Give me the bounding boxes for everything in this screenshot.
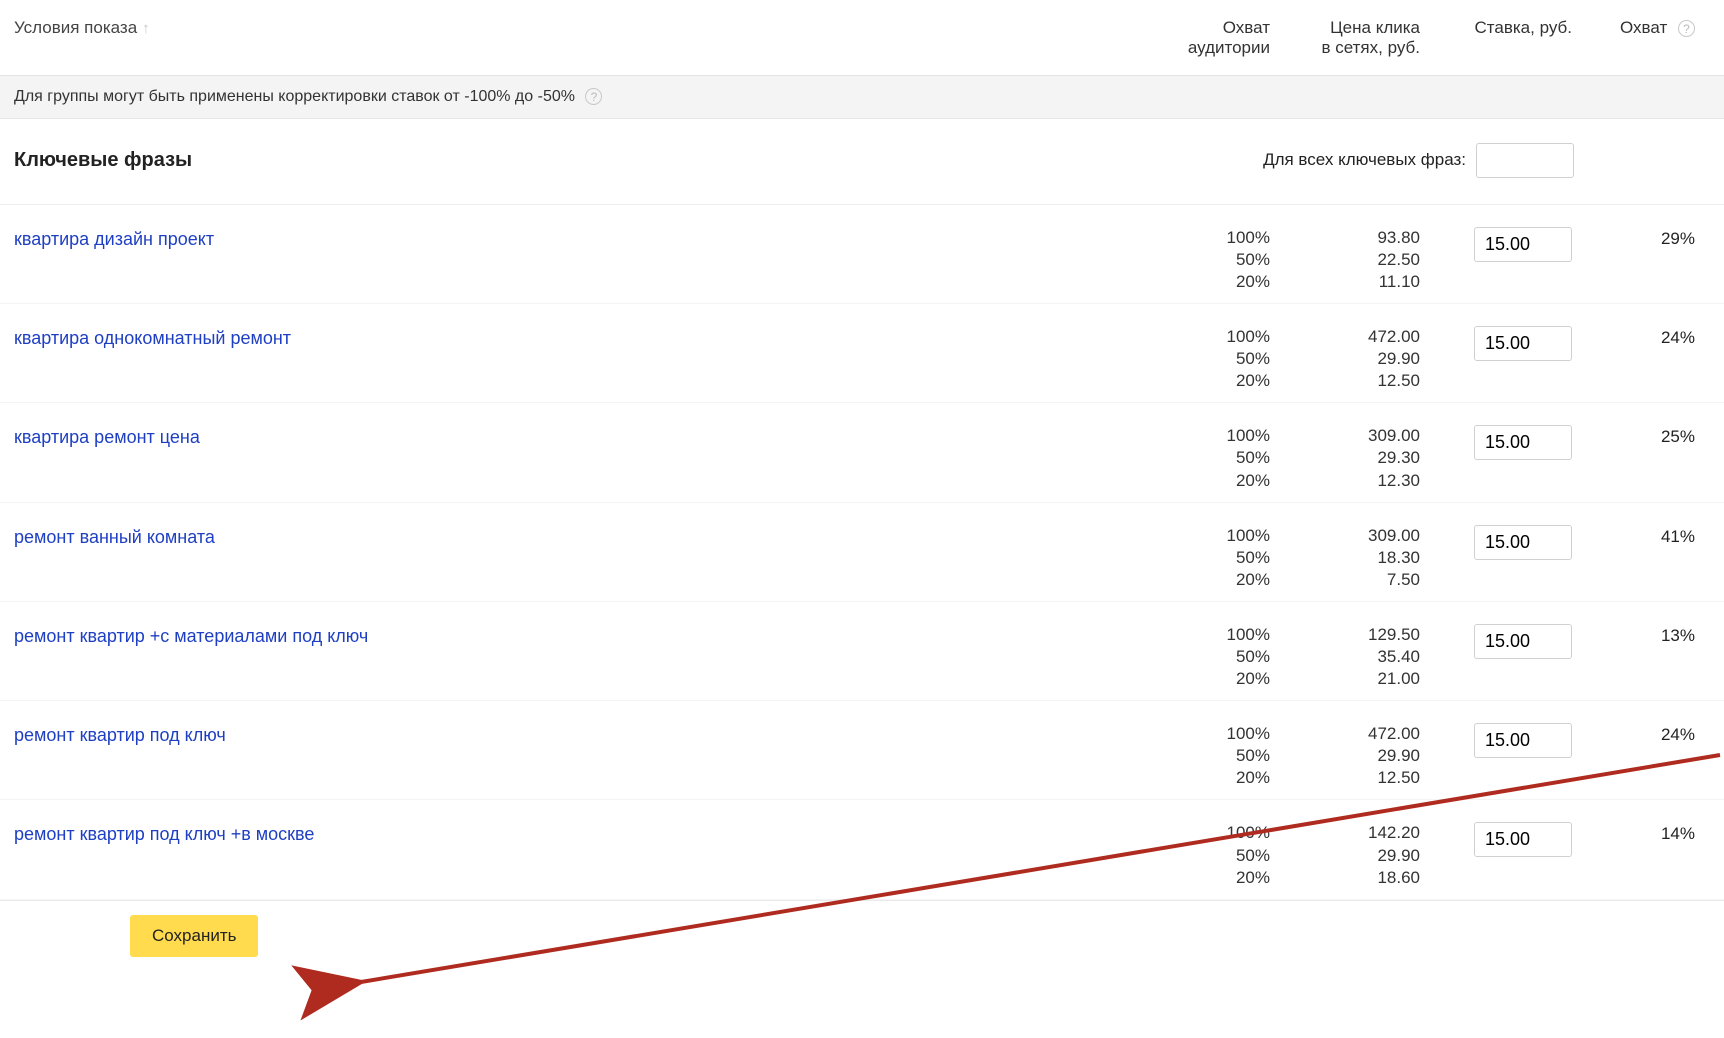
- keyword-link[interactable]: квартира однокомнатный ремонт: [14, 326, 1150, 392]
- help-icon[interactable]: ?: [1678, 20, 1695, 37]
- reach-value: 29%: [1590, 227, 1710, 293]
- audience-percents: 100%50%20%: [1150, 525, 1270, 591]
- bid-cell: [1420, 326, 1590, 392]
- bid-input[interactable]: [1474, 525, 1572, 560]
- col-header-conditions-label: Условия показа: [14, 18, 137, 38]
- col-header-reach-label: Охват: [1620, 18, 1667, 37]
- bid-input[interactable]: [1474, 326, 1572, 361]
- bid-input[interactable]: [1474, 624, 1572, 659]
- cpc-prices: 472.0029.9012.50: [1270, 723, 1420, 789]
- bid-cell: [1420, 624, 1590, 690]
- col-header-audience-label: Охват аудитории: [1188, 18, 1270, 57]
- footer-bar: Сохранить: [0, 900, 1724, 975]
- keyword-link[interactable]: квартира дизайн проект: [14, 227, 1150, 293]
- keyword-rows: квартира дизайн проект100%50%20%93.8022.…: [0, 205, 1724, 900]
- save-button[interactable]: Сохранить: [130, 915, 258, 957]
- audience-percents: 100%50%20%: [1150, 723, 1270, 789]
- table-row: ремонт ванный комната100%50%20%309.0018.…: [0, 503, 1724, 602]
- bid-input[interactable]: [1474, 227, 1572, 262]
- table-row: квартира ремонт цена100%50%20%309.0029.3…: [0, 403, 1724, 502]
- reach-value: 13%: [1590, 624, 1710, 690]
- keyword-link[interactable]: ремонт ванный комната: [14, 525, 1150, 591]
- all-keywords-label: Для всех ключевых фраз:: [1263, 150, 1466, 170]
- col-header-cpc: Цена клика в сетях, руб.: [1270, 18, 1420, 59]
- reach-value: 25%: [1590, 425, 1710, 491]
- sort-asc-icon: ↑: [142, 20, 150, 37]
- audience-percents: 100%50%20%: [1150, 425, 1270, 491]
- bid-cell: [1420, 723, 1590, 789]
- bid-cell: [1420, 425, 1590, 491]
- keyword-link[interactable]: ремонт квартир +с материалами под ключ: [14, 624, 1150, 690]
- cpc-prices: 309.0029.3012.30: [1270, 425, 1420, 491]
- table-row: квартира дизайн проект100%50%20%93.8022.…: [0, 205, 1724, 304]
- bid-adjustment-notice-text: Для группы могут быть применены корректи…: [14, 88, 575, 105]
- keywords-title: Ключевые фразы: [14, 149, 1263, 172]
- col-header-reach: Охват ?: [1590, 18, 1710, 38]
- keyword-link[interactable]: квартира ремонт цена: [14, 425, 1150, 491]
- table-row: ремонт квартир под ключ +в москве100%50%…: [0, 800, 1724, 899]
- cpc-prices: 142.2029.9018.60: [1270, 822, 1420, 888]
- table-row: ремонт квартир под ключ100%50%20%472.002…: [0, 701, 1724, 800]
- bid-input[interactable]: [1474, 723, 1572, 758]
- all-keywords-bid-input[interactable]: [1476, 143, 1574, 178]
- audience-percents: 100%50%20%: [1150, 822, 1270, 888]
- col-header-bid: Ставка, руб.: [1420, 18, 1590, 38]
- bid-cell: [1420, 822, 1590, 888]
- reach-value: 41%: [1590, 525, 1710, 591]
- bid-input[interactable]: [1474, 425, 1572, 460]
- reach-value: 24%: [1590, 723, 1710, 789]
- col-header-bid-label: Ставка, руб.: [1475, 18, 1572, 37]
- bid-input[interactable]: [1474, 822, 1572, 857]
- col-header-conditions[interactable]: Условия показа ↑: [14, 18, 1150, 38]
- table-row: квартира однокомнатный ремонт100%50%20%4…: [0, 304, 1724, 403]
- col-header-audience: Охват аудитории: [1150, 18, 1270, 59]
- keywords-section-header: Ключевые фразы Для всех ключевых фраз:: [0, 119, 1724, 205]
- cpc-prices: 129.5035.4021.00: [1270, 624, 1420, 690]
- cpc-prices: 472.0029.9012.50: [1270, 326, 1420, 392]
- keyword-link[interactable]: ремонт квартир под ключ: [14, 723, 1150, 789]
- audience-percents: 100%50%20%: [1150, 326, 1270, 392]
- keyword-link[interactable]: ремонт квартир под ключ +в москве: [14, 822, 1150, 888]
- bid-cell: [1420, 525, 1590, 591]
- help-icon[interactable]: ?: [585, 88, 602, 105]
- audience-percents: 100%50%20%: [1150, 227, 1270, 293]
- bid-adjustment-notice: Для группы могут быть применены корректи…: [0, 76, 1724, 119]
- reach-value: 14%: [1590, 822, 1710, 888]
- cpc-prices: 93.8022.5011.10: [1270, 227, 1420, 293]
- audience-percents: 100%50%20%: [1150, 624, 1270, 690]
- col-header-cpc-label: Цена клика в сетях, руб.: [1322, 18, 1421, 57]
- table-row: ремонт квартир +с материалами под ключ10…: [0, 602, 1724, 701]
- cpc-prices: 309.0018.307.50: [1270, 525, 1420, 591]
- reach-value: 24%: [1590, 326, 1710, 392]
- table-column-header: Условия показа ↑ Охват аудитории Цена кл…: [0, 0, 1724, 76]
- bid-cell: [1420, 227, 1590, 293]
